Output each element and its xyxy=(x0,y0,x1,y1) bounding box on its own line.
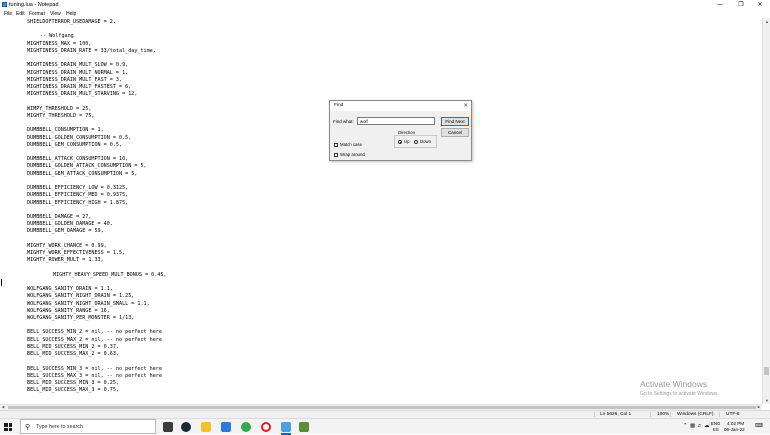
maximize-button[interactable]: ❐ xyxy=(731,0,751,10)
direction-down-radio[interactable] xyxy=(414,140,418,144)
language-secondary[interactable]: ES xyxy=(713,427,719,432)
taskbar: ⚲ Type here to search ⌃ ▩ ♬ ☁ ENG ES 4:0… xyxy=(0,418,770,435)
search-placeholder: Type here to search xyxy=(36,424,83,430)
cancel-button[interactable]: Cancel xyxy=(441,128,469,137)
windows-start-icon[interactable] xyxy=(4,423,12,431)
volume-icon[interactable]: ♬ xyxy=(697,423,703,429)
code-line: MIGHTINESS_DRAIN_RATE = 33/total_day_tim… xyxy=(27,47,156,54)
code-line: BELL_MID_SUCCESS_MAX_3 = 0.75, xyxy=(27,387,120,394)
code-line: SHIELDOFTERROR_USEDAMAGE = 2, xyxy=(27,19,116,25)
wrap-around-label: Wrap around xyxy=(340,152,365,157)
menu-edit[interactable]: Edit xyxy=(16,10,25,18)
status-separator xyxy=(650,412,651,417)
code-line: DUMBBELL_GEM_DAMAGE = 59, xyxy=(27,228,104,235)
clock-time[interactable]: 4:02 PM xyxy=(727,421,744,426)
find-dialog-titlebar[interactable]: Find ✕ xyxy=(330,101,471,111)
chevron-up-icon[interactable]: ⌃ xyxy=(683,423,688,429)
scroll-up-arrow-icon[interactable]: ▲ xyxy=(763,18,770,25)
menu-format[interactable]: Format xyxy=(29,10,45,18)
clock-date[interactable]: 06-Jan-22 xyxy=(724,427,745,432)
close-icon[interactable]: ✕ xyxy=(463,102,468,110)
code-line: DUMBBELL_GEM_ATTACK_CONSUMPTION = 5, xyxy=(27,170,138,177)
horizontal-scroll-thumb[interactable] xyxy=(8,406,756,409)
code-line: MIGHTY_THRESHOLD = 75, xyxy=(27,112,95,119)
direction-up-radio[interactable] xyxy=(398,140,402,144)
menu-bar: File Edit Format View Help xyxy=(0,10,770,18)
chrome-icon[interactable] xyxy=(241,422,251,432)
status-separator xyxy=(670,412,671,417)
window-title: tuning.lua - Notepad xyxy=(9,2,59,8)
code-line: MIGHTINESS_DRAIN_MULT_STARVING = 12, xyxy=(27,91,138,98)
status-encoding: UTF-8 xyxy=(726,412,740,417)
opera-icon[interactable] xyxy=(261,422,271,432)
text-editor[interactable]: SHIELDOFTERROR_USEDAMAGE = 2, -- Wolfgang… xyxy=(0,18,762,404)
language-primary[interactable]: ENG xyxy=(711,421,720,426)
status-position: Ln 5626, Col 1 xyxy=(600,412,632,417)
text-caret xyxy=(1,279,2,286)
network-icon[interactable]: ▩ xyxy=(690,423,695,429)
match-case-checkbox[interactable] xyxy=(334,143,338,147)
onedrive-icon[interactable]: ☁ xyxy=(704,423,710,429)
find-next-button[interactable]: Find Next xyxy=(441,117,469,126)
notepad-icon[interactable] xyxy=(281,422,291,432)
status-separator xyxy=(594,412,595,417)
minecraft-icon[interactable] xyxy=(299,422,309,432)
wrap-around-checkbox[interactable] xyxy=(334,153,338,157)
match-case-label: Match case xyxy=(340,142,362,147)
code-line: MIGHTY_HEAVY_SPEED_MULT_BONUS = 0.45, xyxy=(53,271,167,278)
find-dialog-title: Find xyxy=(334,103,344,108)
steam-icon[interactable] xyxy=(181,422,191,432)
title-bar: tuning.lua - Notepad — ❐ ✕ xyxy=(0,0,770,10)
file-explorer-icon[interactable] xyxy=(201,422,211,432)
close-button[interactable]: ✕ xyxy=(750,0,770,10)
status-bar: Ln 5626, Col 1 100% Windows (CRLF) UTF-8 xyxy=(0,410,770,418)
direction-up-label: Up xyxy=(404,139,410,144)
find-what-label: Find what: xyxy=(333,119,354,124)
direction-down-label: Down xyxy=(420,139,431,144)
code-line: MIGHTY_ROWER_MULT = 1.33, xyxy=(27,257,104,264)
status-zoom: 100% xyxy=(657,412,670,417)
direction-label: Direction xyxy=(397,129,416,135)
menu-view[interactable]: View xyxy=(50,10,61,18)
search-icon: ⚲ xyxy=(25,424,31,431)
scroll-down-arrow-icon[interactable]: ▼ xyxy=(763,397,770,404)
status-separator xyxy=(719,412,720,417)
code-line: BELL_MID_SUCCESS_MAX_2 = 0.63, xyxy=(27,351,120,358)
taskbar-search-box[interactable]: ⚲ Type here to search xyxy=(20,419,156,434)
vertical-scrollbar[interactable]: ▲ ▼ xyxy=(762,18,770,404)
menu-help[interactable]: Help xyxy=(66,10,76,18)
minimize-button[interactable]: — xyxy=(710,0,730,10)
activate-windows-subtitle: Go to Settings to activate Windows. xyxy=(640,391,719,397)
code-line: DUMBBELL_EFFICIENCY_HIGH = 1.875, xyxy=(27,199,129,206)
status-line-ending: Windows (CRLF) xyxy=(677,412,714,417)
task-view-icon[interactable] xyxy=(163,422,173,432)
notification-icon[interactable]: ⌨ xyxy=(755,423,763,429)
code-line: WOLFGANG_SANITY_PER_MONSTER = 1/13, xyxy=(27,315,135,322)
find-what-input[interactable] xyxy=(357,117,435,125)
mail-icon[interactable] xyxy=(221,422,231,432)
menu-file[interactable]: File xyxy=(4,10,12,18)
code-line: DUMBBELL_GEM_CONSUMPTION = 0.5, xyxy=(27,141,123,148)
notepad-app-icon xyxy=(2,2,7,7)
vertical-scroll-thumb[interactable] xyxy=(764,367,769,376)
find-dialog: Find ✕ Find what: Find Next Cancel Direc… xyxy=(329,100,472,161)
activate-windows-title: Activate Windows xyxy=(640,379,708,389)
